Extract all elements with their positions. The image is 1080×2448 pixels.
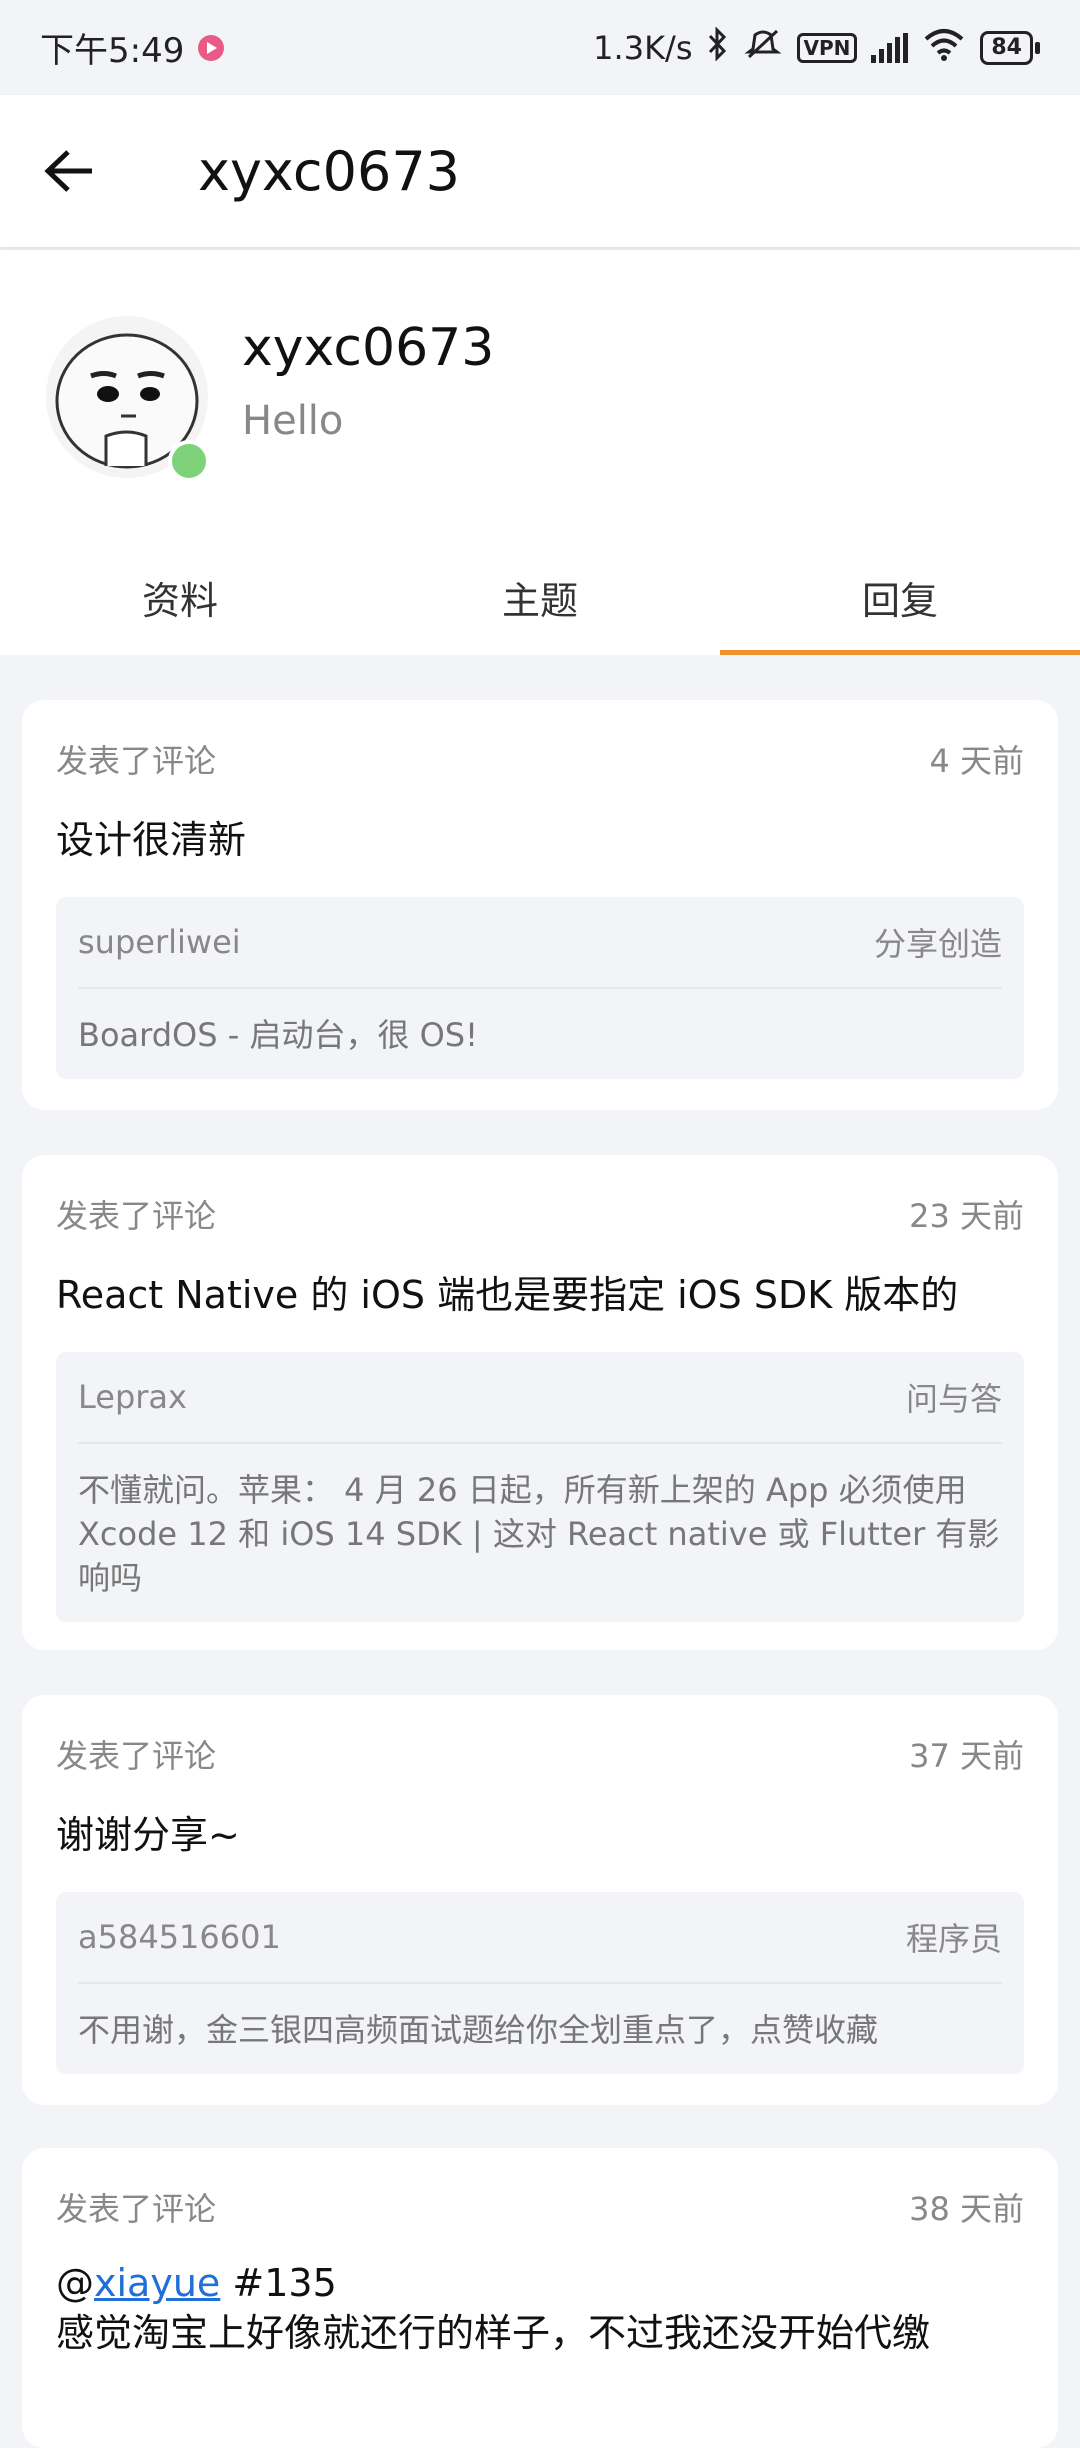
reply-time: 38 天前 [909, 2190, 1024, 2228]
reply-card[interactable]: 发表了评论 23 天前 React Native 的 iOS 端也是要指定 iO… [22, 1155, 1058, 1650]
reply-time: 4 天前 [929, 742, 1024, 780]
network-speed: 1.3K/s [593, 28, 693, 67]
battery-level: 84 [980, 30, 1033, 65]
bluetooth-icon [707, 25, 729, 69]
reply-action: 发表了评论 [56, 1197, 217, 1235]
arrow-left-icon [44, 150, 92, 192]
reply-content: React Native 的 iOS 端也是要指定 iOS SDK 版本的 [56, 1273, 959, 1317]
reply-card[interactable]: 发表了评论 4 天前 设计很清新 superliwei 分享创造 BoardOS… [22, 700, 1058, 1110]
profile-bio: Hello [242, 398, 344, 444]
quoted-topic[interactable]: a584516601 程序员 不用谢，金三银四高频面试题给你全划重点了，点赞收藏 [56, 1892, 1024, 2074]
mute-icon [743, 27, 783, 69]
back-button[interactable] [0, 95, 140, 247]
mention-link[interactable]: xiayue [94, 2261, 220, 2305]
wifi-icon [922, 27, 966, 69]
reply-action: 发表了评论 [56, 2190, 217, 2228]
reply-time: 23 天前 [909, 1197, 1024, 1235]
status-bar: 下午5:49 1.3K/s VPN 84 [0, 0, 1080, 95]
reply-content-line: 感觉淘宝上好像就还行的样子，不过我还没开始代缴 [56, 2311, 931, 2355]
topic-title: 不用谢，金三银四高频面试题给你全划重点了，点赞收藏 [78, 2011, 879, 2049]
page-title: xyxc0673 [198, 139, 461, 203]
reply-card[interactable]: 发表了评论 38 天前 @xiayue #135 感觉淘宝上好像就还行的样子，不… [22, 2148, 1058, 2448]
topic-title: 不懂就问。苹果： 4 月 26 日起，所有新上架的 App 必须使用 Xcode… [78, 1471, 1000, 1597]
reply-content: 谢谢分享~ [56, 1813, 240, 1857]
clock: 下午5:49 [40, 31, 185, 71]
tab-info[interactable]: 资料 [0, 540, 360, 655]
mention-prefix: @ [56, 2261, 94, 2305]
app-bar: xyxc0673 [0, 95, 1080, 247]
quoted-topic[interactable]: superliwei 分享创造 BoardOS - 启动台，很 OS! [56, 897, 1024, 1079]
battery-icon: 84 [980, 30, 1040, 65]
floor-number: #135 [220, 2261, 337, 2305]
reply-card[interactable]: 发表了评论 37 天前 谢谢分享~ a584516601 程序员 不用谢，金三银… [22, 1695, 1058, 2105]
cell-signal-icon [871, 32, 909, 63]
topic-title: BoardOS - 启动台，很 OS! [78, 1016, 478, 1054]
tab-replies[interactable]: 回复 [720, 540, 1080, 655]
profile-header: xyxc0673 Hello 资料 主题 回复 [0, 250, 1080, 655]
topic-node[interactable]: 分享创造 [874, 919, 1002, 965]
topic-author[interactable]: superliwei [78, 923, 241, 961]
reply-action: 发表了评论 [56, 1737, 217, 1775]
reply-time: 37 天前 [909, 1737, 1024, 1775]
reply-content: @xiayue #135 感觉淘宝上好像就还行的样子，不过我还没开始代缴 [56, 2258, 1024, 2358]
reply-content: 设计很清新 [56, 818, 247, 862]
profile-username: xyxc0673 [242, 318, 495, 378]
tab-topics[interactable]: 主题 [360, 540, 720, 655]
quoted-topic[interactable]: Leprax 问与答 不懂就问。苹果： 4 月 26 日起，所有新上架的 App… [56, 1352, 1024, 1622]
profile-tabs: 资料 主题 回复 [0, 540, 1080, 655]
topic-node[interactable]: 问与答 [906, 1374, 1002, 1420]
reply-action: 发表了评论 [56, 742, 217, 780]
topic-node[interactable]: 程序员 [906, 1914, 1002, 1960]
topic-author[interactable]: a584516601 [78, 1918, 281, 1956]
topic-author[interactable]: Leprax [78, 1378, 187, 1416]
media-notification-icon [198, 34, 225, 61]
vpn-icon: VPN [796, 32, 858, 63]
online-status-indicator [168, 440, 210, 482]
